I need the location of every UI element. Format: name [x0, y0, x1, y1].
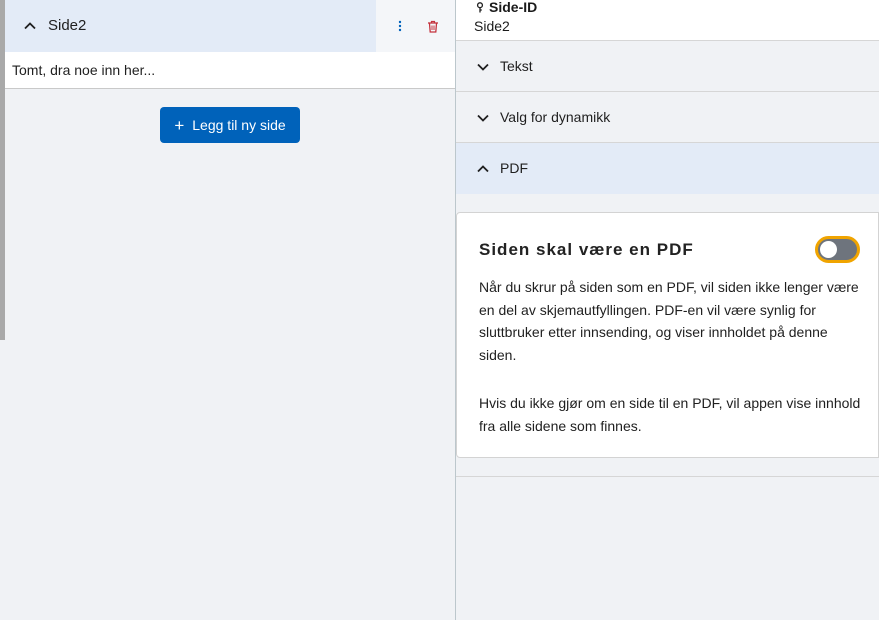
chevron-up-icon[interactable]: [23, 19, 37, 33]
page-id-block: Side-ID Side2: [456, 0, 879, 41]
page-id-value[interactable]: Side2: [474, 18, 510, 34]
pdf-toggle-switch[interactable]: [815, 236, 860, 263]
trash-icon[interactable]: [423, 16, 443, 36]
section-tekst[interactable]: Tekst: [456, 41, 879, 92]
section-dynamikk[interactable]: Valg for dynamikk: [456, 92, 879, 143]
section-label: Tekst: [500, 58, 533, 74]
key-icon: [476, 1, 484, 12]
properties-panel: Side-ID Side2 Tekst Valg for dynamikk PD…: [456, 0, 879, 620]
plus-icon: +: [174, 115, 185, 135]
add-page-label: Legg til ny side: [192, 117, 286, 133]
pdf-description: Når du skrur på siden som en PDF, vil si…: [479, 279, 859, 363]
page-accordion-header[interactable]: Side2: [5, 0, 455, 52]
toggle-knob: [820, 241, 837, 258]
kebab-menu-icon[interactable]: [390, 16, 410, 36]
add-page-button[interactable]: + Legg til ny side: [160, 107, 300, 143]
pdf-note: Hvis du ikke gjør om en side til en PDF,…: [479, 395, 861, 434]
empty-drop-zone[interactable]: Tomt, dra noe inn her...: [5, 52, 455, 89]
section-label: PDF: [500, 160, 528, 176]
page-id-label: Side-ID: [489, 0, 538, 15]
page-title: Side2: [48, 17, 87, 34]
empty-drop-message: Tomt, dra noe inn her...: [12, 62, 156, 78]
page-list-panel: Side2 Tomt, dra noe inn her... + Legg ti…: [5, 0, 455, 620]
section-pdf[interactable]: PDF: [456, 143, 879, 194]
pdf-settings-card: Siden skal være en PDF Når du skrur på s…: [456, 212, 879, 458]
section-divider: [456, 476, 879, 477]
pdf-heading: Siden skal være en PDF: [479, 240, 694, 259]
chevron-down-icon: [477, 114, 489, 122]
chevron-up-icon: [477, 165, 489, 173]
page-actions: [376, 0, 455, 52]
chevron-down-icon: [477, 63, 489, 71]
section-label: Valg for dynamikk: [500, 109, 611, 125]
